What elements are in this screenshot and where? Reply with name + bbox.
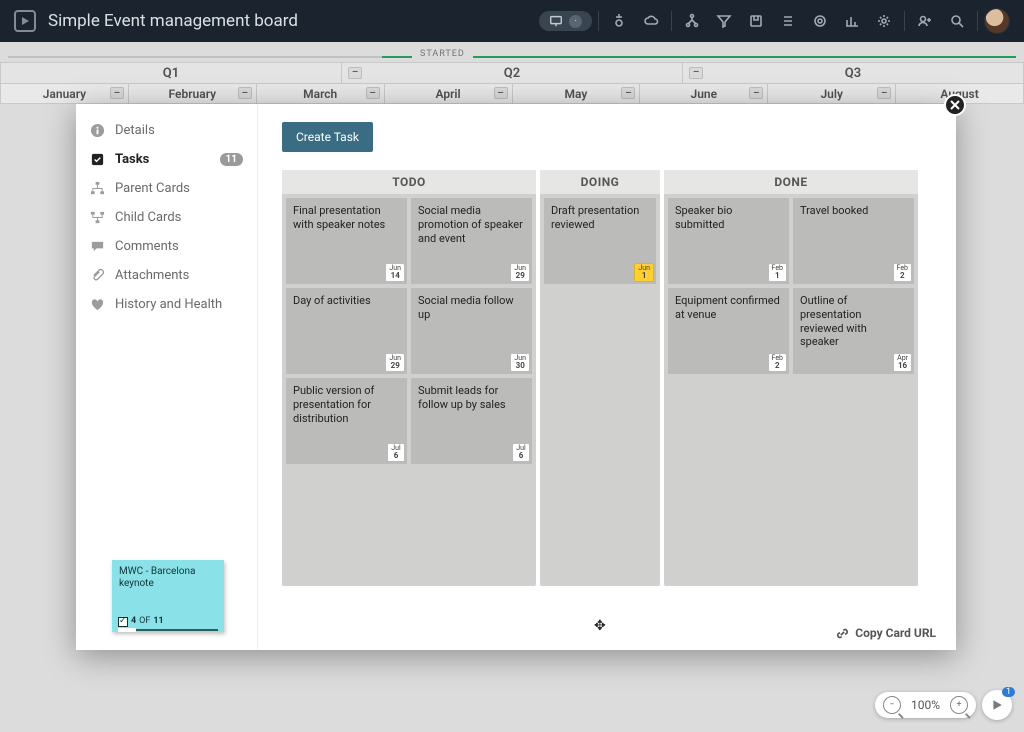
sidebar-item-parent-cards[interactable]: Parent Cards [76,174,257,203]
quarter-cell[interactable]: –Q3 [683,62,1024,84]
task-board: TODO Final presentation with speaker not… [282,170,932,586]
task-date: Jun1 [634,263,654,282]
zoom-controls: − 100% + 1 [875,690,1012,720]
column-header: DOING [540,170,660,194]
task-date: Feb2 [893,263,912,282]
chart-icon[interactable] [838,7,866,35]
task-card[interactable]: Social media follow upJun30 [411,288,532,374]
app-logo[interactable] [14,10,36,32]
task-date: Apr16 [893,353,912,372]
task-date: Jun30 [510,353,530,372]
search-icon[interactable] [943,7,971,35]
list-icon[interactable] [774,7,802,35]
collapse-icon[interactable]: – [621,87,635,99]
task-date: Jun14 [385,263,405,282]
column-header: DONE [664,170,918,194]
month-row: January– February– March– April– May– Ju… [0,84,1024,104]
card-detail-modal: Details Tasks11 Parent Cards Child Cards… [76,104,956,650]
collapse-icon[interactable]: – [749,87,763,99]
save-icon[interactable] [742,7,770,35]
toolbar: · [539,7,1010,35]
sidebar-item-child-cards[interactable]: Child Cards [76,203,257,232]
column-header: TODO [282,170,536,194]
collapse-icon[interactable]: – [877,87,891,99]
zoom-in-button[interactable]: + [950,696,968,714]
timeline: STARTED Q1 –Q2 –Q3 January– February– Ma… [0,42,1024,104]
task-card[interactable]: Draft presentation reviewedJun1 [544,198,656,284]
add-user-icon[interactable] [911,7,939,35]
presentation-pill[interactable]: · [539,11,592,31]
collapse-icon[interactable]: – [348,67,362,79]
started-label: STARTED [412,49,473,59]
zoom-out-button[interactable]: − [883,696,901,714]
sidebar-item-details[interactable]: Details [76,116,257,145]
column-doing: DOING Draft presentation reviewedJun1 [540,170,660,586]
collapse-icon[interactable]: – [494,87,508,99]
target-icon[interactable] [806,7,834,35]
top-bar: Simple Event management board · [0,0,1024,42]
task-card[interactable]: Outline of presentation reviewed with sp… [793,288,914,374]
quarter-cell[interactable]: –Q2 [342,62,683,84]
quarter-cell[interactable]: Q1 [0,62,342,84]
month-cell[interactable]: March– [257,84,385,104]
task-date: Jul6 [387,443,405,462]
collapse-icon[interactable]: – [689,67,703,79]
column-todo: TODO Final presentation with speaker not… [282,170,536,586]
column-done: DONE Speaker bio submittedFeb1Travel boo… [664,170,918,586]
task-card[interactable]: Travel bookedFeb2 [793,198,914,284]
assistant-button[interactable]: 1 [982,690,1012,720]
collapse-icon[interactable]: – [110,87,124,99]
month-cell[interactable]: April– [385,84,513,104]
check-icon [118,617,128,627]
task-card[interactable]: Speaker bio submittedFeb1 [668,198,789,284]
sticky-title: MWC - Barcelona keynote [119,566,195,589]
task-date: Jun29 [385,353,405,372]
pill-badge: · [569,15,582,28]
settings-icon[interactable] [870,7,898,35]
task-date: Feb1 [768,263,787,282]
task-card[interactable]: Equipment confirmed at venueFeb2 [668,288,789,374]
month-cell[interactable]: May– [513,84,641,104]
user-avatar[interactable] [984,8,1010,34]
modal-sidebar: Details Tasks11 Parent Cards Child Cards… [76,104,258,650]
task-card[interactable]: Public version of presentation for distr… [286,378,407,464]
compass-icon[interactable] [605,7,633,35]
task-date: Feb2 [768,353,787,372]
month-cell[interactable]: February– [129,84,257,104]
task-card[interactable]: Social media promotion of speaker and ev… [411,198,532,284]
filter-icon[interactable] [710,7,738,35]
sidebar-item-history[interactable]: History and Health [76,290,257,319]
notification-badge: 1 [1002,687,1015,697]
zoom-level: 100% [911,698,940,712]
board-title: Simple Event management board [48,11,298,31]
modal-main: Create Task TODO Final presentation with… [258,104,956,650]
task-count-badge: 11 [220,153,243,166]
move-cursor-icon: ✥ [594,618,606,634]
task-card[interactable]: Final presentation with speaker notesJun… [286,198,407,284]
task-card[interactable]: Day of activitiesJun29 [286,288,407,374]
task-card[interactable]: Submit leads for follow up by salesJul6 [411,378,532,464]
task-date: Jul6 [512,443,530,462]
task-date: Jun29 [510,263,530,282]
month-cell[interactable]: July– [768,84,896,104]
quarter-row: Q1 –Q2 –Q3 [0,62,1024,84]
create-task-button[interactable]: Create Task [282,122,373,152]
card-sticky[interactable]: MWC - Barcelona keynote 4 OF 11 [112,560,224,632]
sidebar-item-attachments[interactable]: Attachments [76,261,257,290]
branch-icon[interactable] [678,7,706,35]
cloud-icon[interactable] [637,7,665,35]
collapse-icon[interactable]: – [366,87,380,99]
sticky-progress: 4 OF 11 [118,616,164,627]
month-cell[interactable]: June– [640,84,768,104]
sidebar-item-comments[interactable]: Comments [76,232,257,261]
sidebar-item-tasks[interactable]: Tasks11 [76,145,257,174]
copy-card-url[interactable]: Copy Card URL [836,626,936,640]
month-cell[interactable]: January– [0,84,129,104]
collapse-icon[interactable]: – [238,87,252,99]
